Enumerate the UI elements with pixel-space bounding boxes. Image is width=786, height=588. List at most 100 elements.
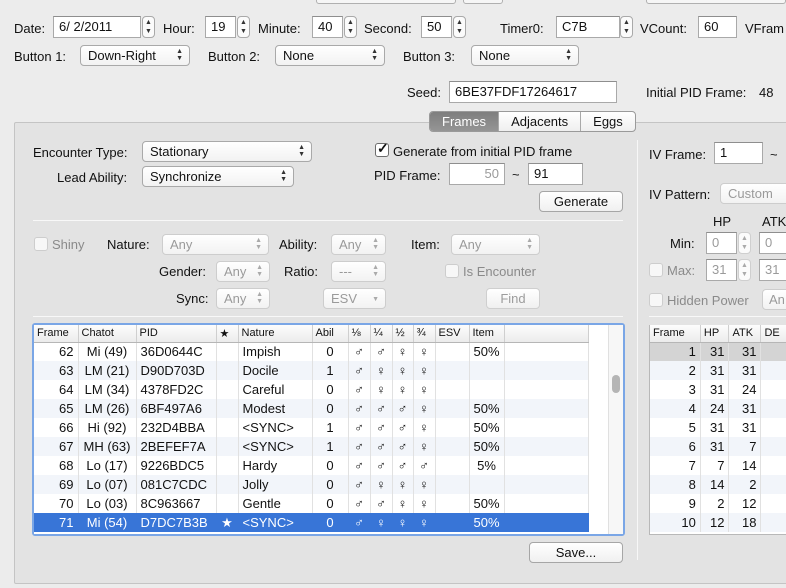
cell-item: 50%: [469, 399, 505, 418]
is-encounter-checkbox[interactable]: [445, 264, 459, 278]
minute-label: Minute:: [258, 21, 301, 36]
esv-popup[interactable]: ESV ▼: [323, 288, 386, 309]
date-field[interactable]: 6/ 2/2011: [53, 16, 141, 38]
vcount-field[interactable]: 60: [698, 16, 737, 38]
iv-table[interactable]: Frame HP ATK DE 1 31 31 2 31 31 3 31 24 4 24 31 5 31 3…: [649, 325, 786, 534]
gen-from-initial-checkbox[interactable]: ✓: [375, 140, 389, 157]
sync-popup[interactable]: Any ▲ ▼: [216, 288, 270, 309]
gender-popup[interactable]: Any ▲ ▼: [216, 261, 270, 282]
timer0-field[interactable]: C7B: [556, 16, 620, 38]
shiny-checkbox[interactable]: [34, 237, 48, 251]
iv-cell-frame: 9: [650, 494, 701, 513]
iv-table-row[interactable]: 7 7 14: [650, 456, 786, 475]
cell-frame: 63: [34, 361, 79, 380]
results-table[interactable]: Frame Chatot PID ★ Nature Abil ⅛ ¼ ½ ¾ E…: [34, 325, 607, 534]
tab-frames[interactable]: Frames: [430, 112, 499, 131]
col-header-half[interactable]: ½: [392, 325, 414, 343]
tab-adjacents[interactable]: Adjacents: [498, 112, 580, 131]
cell-pid: 6BF497A6: [136, 399, 217, 418]
hour-stepper-icon[interactable]: ▲ ▼: [237, 16, 250, 38]
timer0-stepper-icon[interactable]: ▲ ▼: [620, 16, 633, 38]
col-header-frame[interactable]: Frame: [34, 325, 79, 343]
results-table-row[interactable]: 62 Mi (49) 36D0644C Impish 0 ♂ ♂ ♀ ♀ 50%: [34, 342, 589, 361]
button3-popup[interactable]: None ▲ ▼: [471, 45, 579, 66]
ratio-popup[interactable]: --- ▲ ▼: [331, 261, 386, 282]
hidden-power-popup[interactable]: An: [762, 289, 786, 310]
button2-popup[interactable]: None ▲ ▼: [275, 45, 385, 66]
results-table-row[interactable]: 65 LM (26) 6BF497A6 Modest 0 ♂ ♂ ♂ ♀ 50%: [34, 399, 589, 418]
col-header-pid[interactable]: PID: [136, 325, 217, 343]
cell-nature: Modest: [238, 399, 313, 418]
second-stepper-icon[interactable]: ▲ ▼: [453, 16, 466, 38]
results-scrollbar-track[interactable]: [608, 325, 623, 534]
min-atk-field[interactable]: 0: [759, 232, 786, 254]
item-popup[interactable]: Any ▲ ▼: [451, 234, 540, 255]
pid-frame-from-field[interactable]: 50: [449, 163, 505, 185]
col-header-quarter[interactable]: ¼: [370, 325, 393, 343]
col-header-item[interactable]: Item: [469, 325, 505, 343]
col-header-star-icon[interactable]: ★: [216, 325, 239, 343]
results-table-row[interactable]: 69 Lo (07) 081C7CDC Jolly 0 ♂ ♀ ♀ ♀: [34, 475, 589, 494]
second-field[interactable]: 50: [421, 16, 452, 38]
iv-table-row[interactable]: 1 31 31: [650, 342, 786, 361]
results-table-row[interactable]: 70 Lo (03) 8C963667 Gentle 0 ♂ ♂ ♀ ♀ 50%: [34, 494, 589, 513]
results-scrollbar-thumb[interactable]: [612, 375, 620, 393]
col-header-three-quarter[interactable]: ¾: [413, 325, 436, 343]
iv-col-header-atk[interactable]: ATK: [728, 325, 762, 343]
col-header-chatot[interactable]: Chatot: [78, 325, 137, 343]
cell-gender-eighth: ♂: [348, 418, 371, 437]
iv-col-header-frame[interactable]: Frame: [650, 325, 701, 343]
lead-ability-popup[interactable]: Synchronize ▲ ▼: [142, 166, 294, 187]
results-table-row[interactable]: 67 MH (63) 2BEFEF7A <SYNC> 1 ♂ ♂ ♂ ♀ 50%: [34, 437, 589, 456]
iv-cell-atk: 31: [728, 399, 762, 418]
hidden-power-checkbox[interactable]: [649, 293, 663, 307]
iv-table-row[interactable]: 9 2 12: [650, 494, 786, 513]
results-table-row[interactable]: 64 LM (34) 4378FD2C Careful 0 ♂ ♀ ♀ ♀: [34, 380, 589, 399]
iv-table-row[interactable]: 2 31 31: [650, 361, 786, 380]
encounter-type-popup[interactable]: Stationary ▲ ▼: [142, 141, 312, 162]
col-header-ability[interactable]: Abil: [312, 325, 349, 343]
col-header-eighth[interactable]: ⅛: [348, 325, 371, 343]
iv-pattern-popup[interactable]: Custom: [720, 183, 786, 204]
results-header-row: Frame Chatot PID ★ Nature Abil ⅛ ¼ ½ ¾ E…: [34, 325, 589, 343]
ability-popup[interactable]: Any ▲ ▼: [331, 234, 386, 255]
save-button[interactable]: Save...: [529, 542, 623, 563]
min-hp-stepper-icon[interactable]: ▲ ▼: [738, 232, 751, 254]
tab-eggs[interactable]: Eggs: [580, 112, 635, 131]
nature-popup[interactable]: Any ▲ ▼: [162, 234, 269, 255]
iv-table-row[interactable]: 3 31 24: [650, 380, 786, 399]
find-button[interactable]: Find: [486, 288, 540, 309]
results-table-row[interactable]: 68 Lo (17) 9226BDC5 Hardy 0 ♂ ♂ ♂ ♂ 5%: [34, 456, 589, 475]
iv-cell-frame: 3: [650, 380, 701, 399]
max-atk-field[interactable]: 31: [759, 259, 786, 281]
iv-col-header-def[interactable]: DE: [760, 325, 786, 343]
iv-table-row[interactable]: 4 24 31: [650, 399, 786, 418]
hour-field[interactable]: 19: [205, 16, 236, 38]
iv-table-row[interactable]: 10 12 18: [650, 513, 786, 532]
button1-popup[interactable]: Down-Right ▲ ▼: [80, 45, 190, 66]
pid-frame-to-field[interactable]: 91: [528, 163, 583, 185]
iv-cell-atk: 2: [728, 475, 762, 494]
col-header-nature[interactable]: Nature: [238, 325, 313, 343]
iv-table-row[interactable]: 8 14 2: [650, 475, 786, 494]
results-table-row[interactable]: 66 Hi (92) 232D4BBA <SYNC> 1 ♂ ♂ ♂ ♀ 50%: [34, 418, 589, 437]
iv-frame-field[interactable]: 1: [714, 142, 763, 164]
col-header-esv[interactable]: ESV: [435, 325, 470, 343]
min-hp-field[interactable]: 0: [706, 232, 737, 254]
cell-esv: [435, 342, 470, 361]
cell-gender-eighth: ♂: [348, 399, 371, 418]
results-table-row[interactable]: 71 Mi (54) D7DC7B3B ★ <SYNC> 0 ♂ ♀ ♀ ♀ 50%: [34, 513, 589, 532]
iv-col-header-hp[interactable]: HP: [700, 325, 730, 343]
hour-label: Hour:: [163, 21, 195, 36]
iv-table-row[interactable]: 6 31 7: [650, 437, 786, 456]
generate-button[interactable]: Generate: [539, 191, 623, 212]
max-hp-field[interactable]: 31: [706, 259, 737, 281]
max-checkbox[interactable]: [649, 263, 663, 277]
date-stepper-icon[interactable]: ▲ ▼: [142, 16, 155, 38]
results-table-row[interactable]: 63 LM (21) D90D703D Docile 1 ♂ ♀ ♀ ♀: [34, 361, 589, 380]
iv-table-row[interactable]: 5 31 31: [650, 418, 786, 437]
minute-field[interactable]: 40: [312, 16, 343, 38]
minute-stepper-icon[interactable]: ▲ ▼: [344, 16, 357, 38]
seed-field[interactable]: 6BE37FDF17264617: [449, 81, 617, 103]
max-hp-stepper-icon[interactable]: ▲ ▼: [738, 259, 751, 281]
